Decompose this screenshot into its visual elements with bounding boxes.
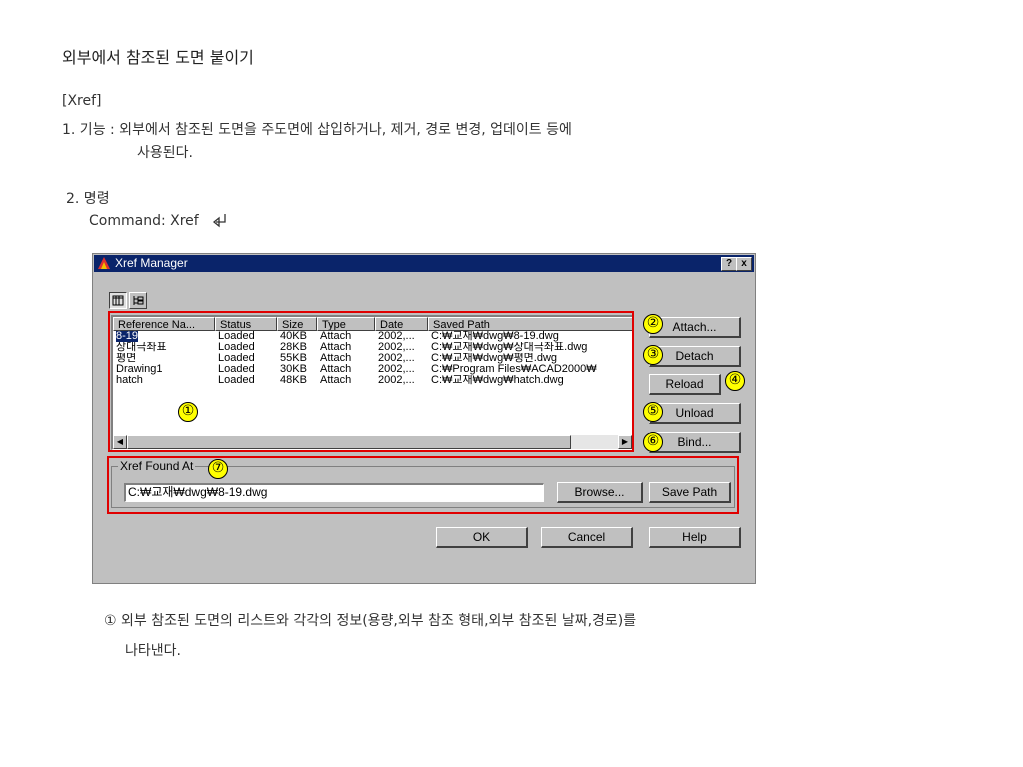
note-line-1: ① 외부 참조된 도면의 리스트와 각각의 정보(용량,외부 참조 형태,외부 … [104, 613, 637, 629]
function-description-cont: 사용된다. [137, 145, 193, 161]
list-view-icon [112, 295, 124, 306]
callout-1: ① [178, 402, 198, 422]
found-at-highlight-box [107, 456, 739, 514]
command-text: Command: Xref [89, 213, 199, 229]
callout-6: ⑥ [643, 432, 663, 452]
attach-button[interactable]: Attach... [649, 317, 741, 338]
close-icon[interactable]: x [736, 257, 752, 271]
callout-5: ⑤ [643, 402, 663, 422]
command-tag: [Xref] [62, 93, 102, 109]
command-heading: 2. 명령 [66, 191, 110, 207]
reload-button[interactable]: Reload [649, 374, 721, 395]
help-button[interactable]: Help [649, 527, 741, 548]
tree-view-icon [133, 296, 144, 305]
function-description: 1. 기능 : 외부에서 참조된 도면을 주도면에 삽입하거나, 제거, 경로 … [62, 122, 572, 138]
enter-key-icon [213, 214, 226, 228]
tree-view-button[interactable] [129, 292, 147, 309]
autocad-app-icon [98, 257, 110, 269]
callout-3: ③ [643, 345, 663, 365]
dialog-titlebar: Xref Manager ? x [94, 255, 754, 272]
command-line: Command: Xref [89, 212, 229, 229]
page-title: 외부에서 참조된 도면 붙이기 [62, 48, 254, 67]
list-highlight-box [108, 311, 634, 452]
note-line-2: 나타낸다. [125, 643, 181, 659]
callout-7: ⑦ [208, 459, 228, 479]
callout-2: ② [643, 314, 663, 334]
ok-button[interactable]: OK [436, 527, 528, 548]
xref-manager-dialog: Xref Manager ? x Reference Na... Status … [92, 253, 756, 584]
callout-4: ④ [725, 371, 745, 391]
list-view-button[interactable] [109, 292, 127, 309]
cancel-button[interactable]: Cancel [541, 527, 633, 548]
help-icon[interactable]: ? [721, 257, 737, 271]
dialog-title: Xref Manager [115, 256, 188, 270]
